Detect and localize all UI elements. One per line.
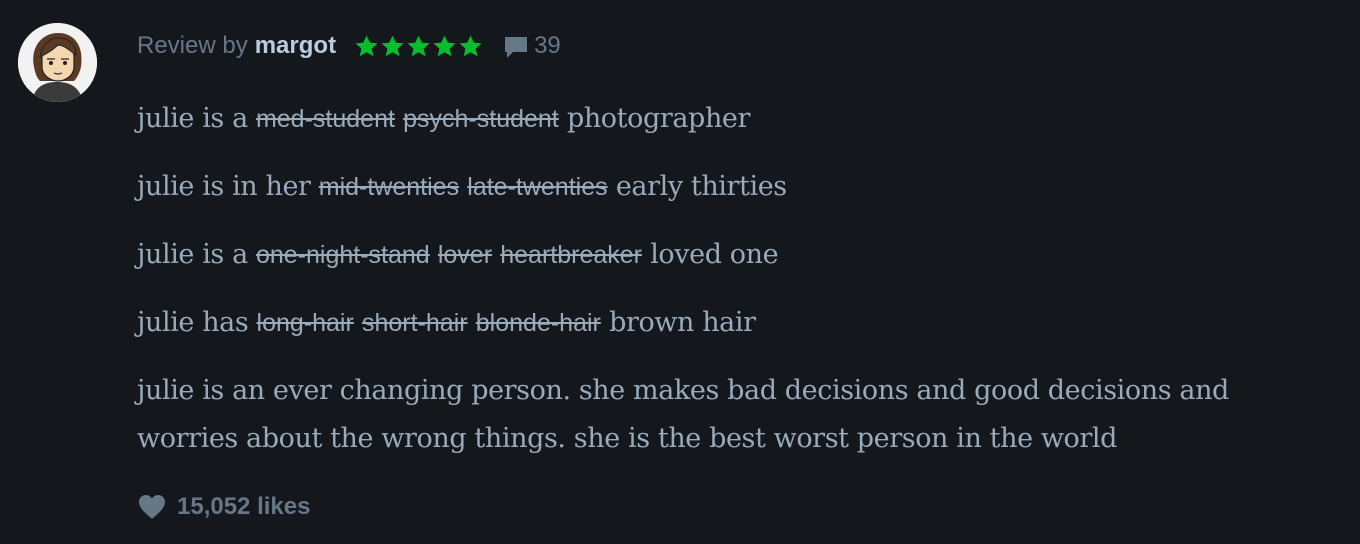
struck-word: blonde-hair [475,309,601,337]
struck-word: late-twenties [467,173,608,201]
line-suffix: photographer [566,103,751,134]
review-line: julie has long-hair short-hair blonde-ha… [137,299,1317,347]
star-icon [407,35,430,56]
struck-word: short-hair [362,309,468,337]
line-suffix: early thirties [615,171,787,202]
comment-count: 39 [534,32,561,59]
heart-icon [139,495,165,519]
line-prefix: julie has [137,307,249,338]
star-icon [433,35,456,56]
star-icon [355,35,378,56]
line-suffix: brown hair [609,307,756,338]
star-rating [354,34,484,59]
line-prefix: julie is a [137,239,248,270]
likes-count: 15,052 likes [177,493,311,520]
struck-word: one-night-stand [255,241,430,269]
speech-bubble-icon [505,37,528,58]
struck-word: heartbreaker [500,241,642,269]
struck-word: med-student [255,105,395,133]
struck-word: long-hair [256,309,354,337]
review-header: Review by margot 39 [137,30,561,62]
review-line: julie is in her mid-twenties late-twenti… [137,163,1317,211]
review-card: Review by margot 39 julie is a med-stude… [0,0,1360,544]
line-suffix: loved one [650,239,779,270]
star-icon [381,35,404,56]
struck-word: mid-twenties [318,173,460,201]
like-button[interactable]: 15,052 likes [137,493,310,521]
review-line: julie is a one-night-stand lover heartbr… [137,231,1317,279]
review-line: julie is a med-student psych-student pho… [137,95,1317,143]
line-prefix: julie is in her [137,171,311,202]
struck-word: lover [437,241,493,269]
star-icon [459,35,482,56]
comments-link[interactable]: 39 [502,32,561,60]
struck-word: psych-student [403,105,559,133]
avatar[interactable] [18,23,97,102]
review-body: julie is a med-student psych-student pho… [137,95,1317,483]
author-link[interactable]: margot [255,32,336,60]
review-footer: 15,052 likes [137,490,310,524]
review-closing: julie is an ever changing person. she ma… [137,375,1229,454]
line-prefix: julie is a [137,103,248,134]
review-byline: Review by [137,32,248,59]
